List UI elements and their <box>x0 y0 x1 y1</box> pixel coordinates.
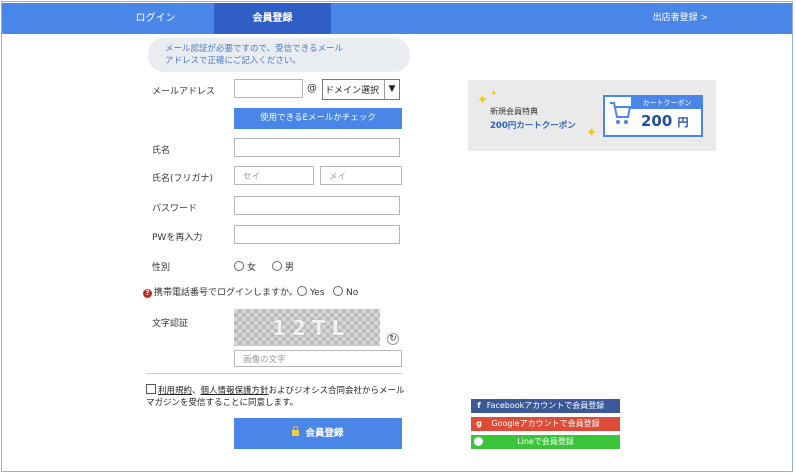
at-sign: @ <box>307 83 317 94</box>
coupon-card-value: 200 <box>641 112 673 130</box>
divider <box>146 373 402 374</box>
agree-text-1: およびジオシス合同会社からメール <box>268 386 405 396</box>
tab-login[interactable]: ログイン <box>97 3 214 34</box>
gender-label: 性別 <box>152 263 171 273</box>
coupon-line-2: 200円カートクーポン <box>490 121 576 131</box>
coupon-line-1: 新規会員特典 <box>490 107 538 116</box>
star-icon: ✦ <box>490 89 498 99</box>
kana-mei-input[interactable]: メイ <box>320 166 402 185</box>
email-local-input[interactable] <box>234 79 303 98</box>
coupon-banner[interactable]: ✦ ✦ ✦ 新規会員特典 200円カートクーポン カートクーポン 200 円 <box>468 80 716 151</box>
captcha-label: 文字認証 <box>152 319 189 329</box>
kana-sei-input[interactable]: セイ <box>234 166 314 185</box>
radio-icon[interactable] <box>333 286 343 296</box>
tab-register[interactable]: 会員登録 <box>214 3 331 34</box>
radio-icon[interactable] <box>297 286 307 296</box>
cart-icon <box>610 102 631 124</box>
agree-checkbox[interactable] <box>146 384 156 394</box>
captcha-image: 12TL <box>234 309 380 346</box>
google-register-label: Googleアカウントで会員登録 <box>491 419 600 428</box>
name-input[interactable] <box>234 138 400 157</box>
password-input[interactable] <box>234 196 400 215</box>
lock-icon <box>292 426 300 436</box>
notice-line-2: アドレスで正確にご記入ください。 <box>165 56 301 66</box>
gender-female-label: 女 <box>247 263 257 273</box>
facebook-icon: f <box>477 401 481 410</box>
refresh-icon[interactable]: ↻ <box>387 333 399 345</box>
mobile-login-no-option[interactable]: No <box>333 286 358 298</box>
mobile-login-yes-label: Yes <box>310 288 325 298</box>
register-submit-label: 会員登録 <box>305 428 344 439</box>
gender-female-option[interactable]: 女 <box>234 260 256 273</box>
agree-separator: 、 <box>192 386 201 396</box>
facebook-register-button[interactable]: f Facebookアカウントで会員登録 <box>471 399 620 413</box>
line-register-label: Lineで会員登録 <box>517 437 574 446</box>
email-notice: メール認証が必要ですので、受信できるメール アドレスで正確にご記入ください。 <box>148 38 410 72</box>
radio-icon[interactable] <box>272 261 282 271</box>
password-label: パスワード <box>152 204 198 214</box>
question-icon[interactable]: ? <box>143 289 152 298</box>
radio-icon[interactable] <box>234 261 244 271</box>
domain-select[interactable]: ドメイン選択 ▼ <box>322 79 400 100</box>
mobile-login-yes-option[interactable]: Yes <box>297 286 325 298</box>
terms-link[interactable]: 利用規約 <box>158 386 192 396</box>
google-icon: g <box>476 419 482 428</box>
email-label: メールアドレス <box>152 87 216 97</box>
mobile-login-question: ? 携帯電話番号でログインしますか。 <box>143 285 298 298</box>
line-register-button[interactable]: Lineで会員登録 <box>471 435 620 449</box>
register-submit-button[interactable]: 会員登録 <box>234 418 402 449</box>
name-label: 氏名 <box>152 146 171 156</box>
gender-male-label: 男 <box>285 263 295 273</box>
google-register-button[interactable]: g Googleアカウントで会員登録 <box>471 417 620 431</box>
star-icon: ✦ <box>586 126 597 141</box>
password-confirm-label: PWを再入力 <box>152 233 203 243</box>
password-confirm-input[interactable] <box>234 225 400 244</box>
mobile-login-no-label: No <box>346 288 359 298</box>
captcha-input[interactable]: 画像の文字 <box>234 350 402 367</box>
gender-male-option[interactable]: 男 <box>272 260 294 273</box>
coupon-card: カートクーポン 200 円 <box>603 95 703 137</box>
star-icon: ✦ <box>477 93 488 108</box>
coupon-card-title: カートクーポン <box>631 97 703 109</box>
kana-label: 氏名(フリガナ) <box>152 174 214 184</box>
domain-select-value: ドメイン選択 <box>325 86 380 96</box>
agreement-text: 利用規約、個人情報保護方針およびジオシス合同会社からメール マガジンを受信するこ… <box>146 384 408 409</box>
coupon-card-unit: 円 <box>677 116 689 129</box>
shop-register-link[interactable]: 出店者登録 > <box>653 3 708 34</box>
line-icon <box>474 437 483 446</box>
coupon-card-value-wrap: 200 円 <box>641 112 689 130</box>
notice-line-1: メール認証が必要ですので、受信できるメール <box>165 44 343 54</box>
top-nav-bar: ログイン 会員登録 出店者登録 > <box>2 3 792 34</box>
chevron-down-icon: ▼ <box>384 80 399 99</box>
privacy-link[interactable]: 個人情報保護方針 <box>201 386 269 396</box>
mobile-login-text: 携帯電話番号でログインしますか。 <box>154 288 298 298</box>
agree-text-2: マガジンを受信することに同意します。 <box>146 398 299 408</box>
facebook-register-label: Facebookアカウントで会員登録 <box>486 401 605 410</box>
captcha-text: 12TL <box>272 316 351 340</box>
check-email-button[interactable]: 使用できるEメールかチェック <box>234 108 402 129</box>
